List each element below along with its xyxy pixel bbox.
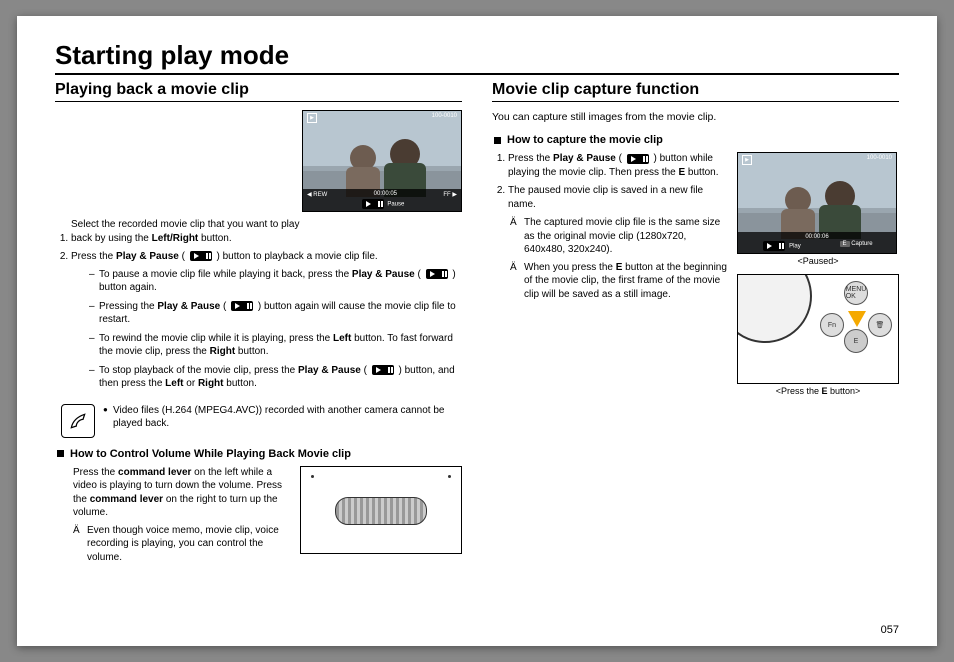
- screen-bottom-bar: ◀ REW 00:00:05 FF ▶ Pause: [303, 189, 461, 211]
- ff-label: FF ▶: [443, 191, 457, 198]
- e-key-icon: E: [840, 241, 850, 247]
- playback-screenshot: ▶ 100-0010 ◀ REW 00:00:05 FF ▶: [302, 110, 462, 212]
- play-mode-icon: ▶: [742, 155, 752, 165]
- file-counter: 100-0010: [432, 113, 457, 123]
- file-counter: 100-0010: [867, 155, 892, 165]
- play-label: Play: [789, 244, 801, 250]
- screen-top-bar: ▶ 100-0010: [307, 113, 457, 123]
- paused-screenshot: ▶ 100-0010 00:00:06: [737, 152, 897, 254]
- camera-back-figure: MENUOK Fn 🗑 E: [737, 274, 899, 384]
- capture-label: Capture: [851, 241, 872, 247]
- caption-press-e: <Press the E button>: [737, 386, 899, 396]
- play-pause-icon: [627, 154, 649, 164]
- fn-button-icon: Fn: [820, 313, 844, 337]
- volume-text: Press the command lever on the left whil…: [73, 466, 303, 520]
- command-lever-icon: [335, 497, 427, 525]
- restart-note: Pressing the Play & Pause ( ) button aga…: [89, 300, 462, 327]
- left-column: Playing back a movie clip ▶ 100-0010: [55, 81, 462, 568]
- right-column: Movie clip capture function You can capt…: [492, 81, 899, 568]
- play-pause-icon: [426, 269, 448, 279]
- arrow-down-icon: [848, 311, 866, 327]
- elapsed-time: 00:00:06: [805, 234, 828, 240]
- right-figures: ▶ 100-0010 00:00:06: [737, 152, 899, 396]
- play-pause-icon: [190, 251, 212, 261]
- volume-star: Even though voice memo, movie clip, voic…: [73, 524, 462, 565]
- play-pause-icon: [231, 301, 253, 311]
- play-pause-icon: [763, 241, 785, 251]
- section-heading-playback: Playing back a movie clip: [55, 81, 462, 102]
- play-pause-icon: [372, 365, 394, 375]
- play-mode-icon: ▶: [307, 113, 317, 123]
- note-text: Video files (H.264 (MPEG4.AVC)) recorded…: [103, 404, 462, 431]
- size-note: The captured movie clip file is the same…: [510, 216, 754, 257]
- rewind-note: To rewind the movie clip while it is pla…: [89, 332, 462, 359]
- capture-intro: You can capture still images from the mo…: [492, 110, 899, 124]
- menu-ok-button-icon: MENUOK: [844, 281, 868, 305]
- pause-note: To pause a movie clip file while playing…: [89, 268, 462, 295]
- page-title: Starting play mode: [55, 40, 899, 75]
- caption-paused: <Paused>: [737, 256, 899, 266]
- first-frame-note: When you press the E button at the begin…: [510, 261, 754, 302]
- codec-note: Video files (H.264 (MPEG4.AVC)) recorded…: [61, 404, 462, 438]
- elapsed-time: 00:00:05: [374, 191, 397, 198]
- capture-subheading: How to capture the movie clip: [494, 134, 899, 146]
- page-number: 057: [881, 624, 899, 636]
- step-2: Press the Play & Pause ( ) button to pla…: [71, 250, 462, 391]
- rew-label: ◀ REW: [307, 191, 327, 198]
- e-button-icon: E: [844, 329, 868, 353]
- stop-note: To stop playback of the movie clip, pres…: [89, 364, 462, 391]
- capture-steps: Press the Play & Pause ( ) button while …: [508, 152, 738, 211]
- play-pause-icon: [362, 199, 384, 209]
- trash-button-icon: 🗑: [868, 313, 892, 337]
- manual-page: Starting play mode Playing back a movie …: [17, 16, 937, 646]
- capture-step-2: The paused movie clip is saved in a new …: [508, 184, 738, 211]
- pause-label: Pause: [387, 202, 404, 208]
- volume-heading: How to Control Volume While Playing Back…: [57, 448, 462, 460]
- section-heading-capture: Movie clip capture function: [492, 81, 899, 102]
- capture-step-1: Press the Play & Pause ( ) button while …: [508, 152, 738, 179]
- columns: Playing back a movie clip ▶ 100-0010: [55, 81, 899, 568]
- note-icon: [61, 404, 95, 438]
